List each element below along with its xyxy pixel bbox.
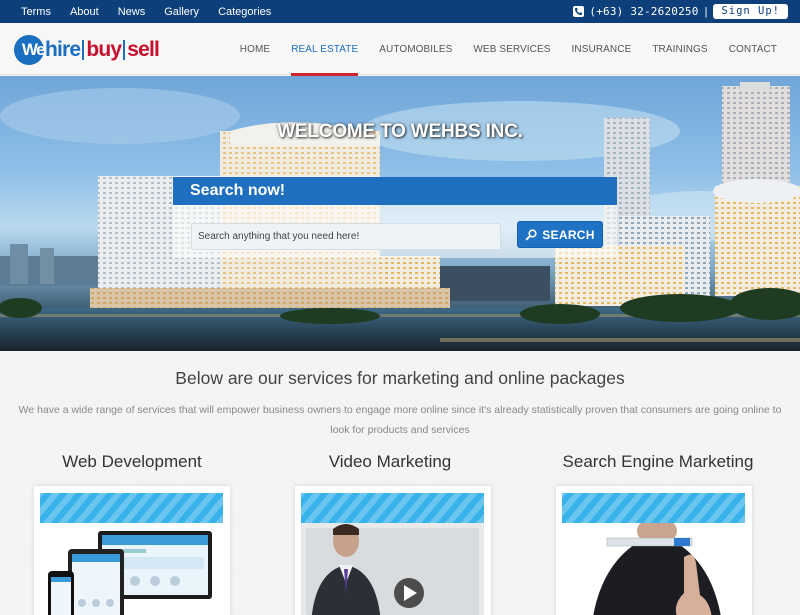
top-link-news[interactable]: News: [118, 6, 146, 18]
top-link-gallery[interactable]: Gallery: [164, 6, 199, 18]
hero-title: WELCOME TO WEHBS INC.: [277, 121, 523, 142]
service-card-web-development[interactable]: [34, 486, 230, 615]
contact-area: (+63) 32-2620250 | Sign Up!: [573, 4, 788, 19]
logo-buy: buy: [86, 38, 122, 61]
search-panel: Search now! SEARCH: [173, 177, 617, 258]
service-title-web-development: Web Development: [62, 452, 202, 471]
card-banner: [562, 493, 745, 523]
search-icon: [525, 228, 537, 241]
logo-sell: sell: [127, 38, 160, 61]
phone-number: (+63) 32-2620250: [589, 5, 699, 18]
main-nav: HOME REAL ESTATE AUTOMOBILES WEB SERVICE…: [219, 23, 777, 76]
search-button[interactable]: SEARCH: [517, 221, 603, 248]
nav-contact[interactable]: CONTACT: [729, 44, 777, 55]
search-input[interactable]: [191, 223, 501, 250]
hero-banner: WELCOME TO WEHBS INC. Search now! SEARCH: [0, 76, 800, 351]
service-title-search-engine-marketing: Search Engine Marketing: [562, 452, 754, 471]
logo-divider: [82, 40, 85, 60]
nav-trainings[interactable]: TRAININGS: [652, 44, 707, 55]
search-button-label: SEARCH: [542, 227, 595, 242]
logo-we: We: [14, 35, 46, 65]
devices-image: [40, 523, 223, 615]
logo[interactable]: We hire buy sell: [14, 35, 160, 65]
logo-hire: hire: [45, 38, 81, 61]
header: We hire buy sell HOME REAL ESTATE AUTOMO…: [0, 23, 800, 76]
video-presenter-image: [301, 523, 484, 615]
top-link-about[interactable]: About: [70, 6, 99, 18]
top-bar: Terms About News Gallery Categories (+63…: [0, 0, 800, 23]
services-description: We have a wide range of services that wi…: [18, 404, 782, 436]
top-link-categories[interactable]: Categories: [218, 6, 271, 18]
search-touch-image: [562, 523, 745, 615]
nav-home[interactable]: HOME: [240, 44, 270, 55]
phone-icon: [573, 6, 585, 17]
separator: |: [704, 5, 708, 18]
top-links: Terms About News Gallery Categories: [21, 6, 290, 18]
search-panel-title: Search now!: [173, 177, 617, 205]
nav-automobiles[interactable]: AUTOMOBILES: [379, 44, 452, 55]
card-banner: [301, 493, 484, 523]
services-title: Below are our services for marketing and…: [175, 368, 625, 388]
sign-up-button[interactable]: Sign Up!: [713, 4, 788, 19]
nav-insurance[interactable]: INSURANCE: [572, 44, 632, 55]
service-card-search-engine-marketing[interactable]: [556, 486, 752, 615]
card-banner: [40, 493, 223, 523]
top-link-terms[interactable]: Terms: [21, 6, 51, 18]
nav-real-estate[interactable]: REAL ESTATE: [291, 44, 359, 76]
service-card-video-marketing[interactable]: [295, 486, 491, 615]
nav-web-services[interactable]: WEB SERVICES: [473, 44, 550, 55]
logo-divider: [123, 40, 126, 60]
service-title-video-marketing: Video Marketing: [328, 452, 452, 471]
